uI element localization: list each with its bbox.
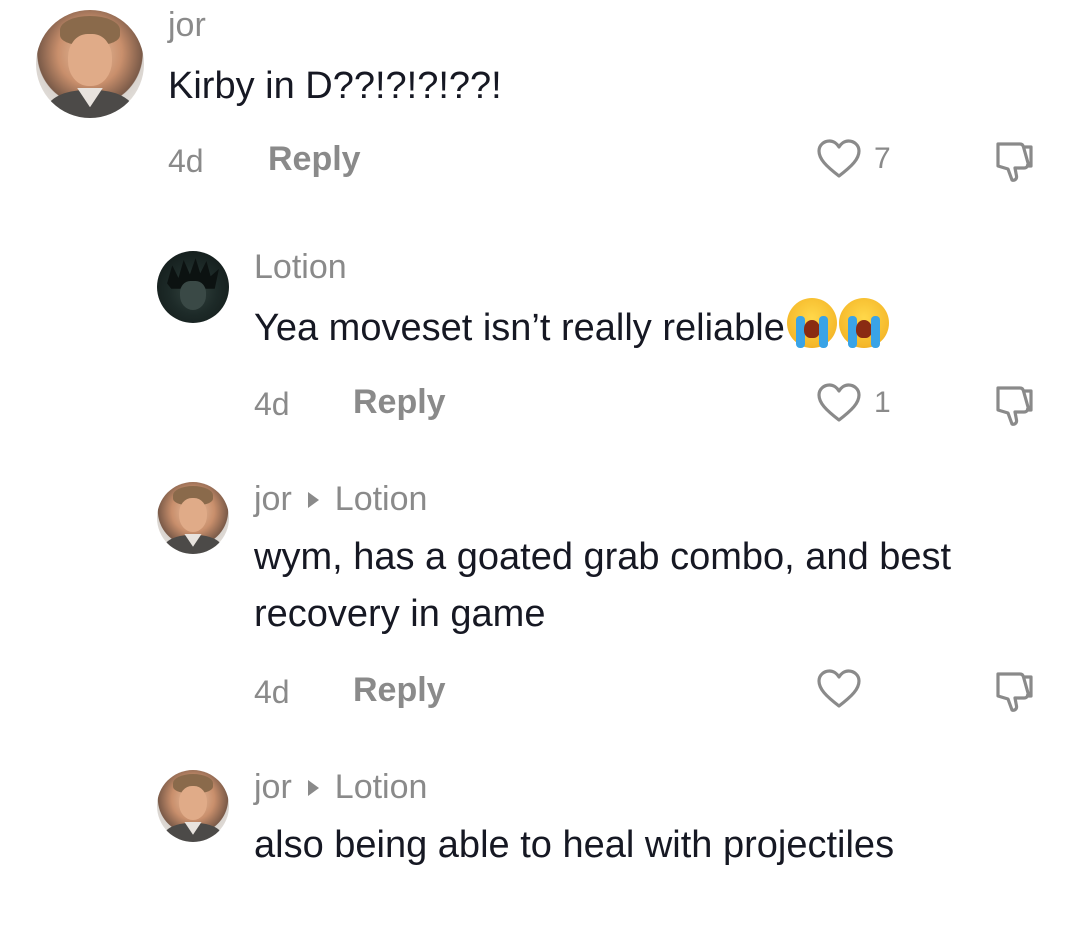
comment-age: 4d (168, 143, 204, 179)
heart-icon (817, 383, 861, 422)
comment-age: 4d (254, 674, 290, 710)
like-count: 1 (874, 386, 891, 419)
heart-icon (817, 139, 861, 178)
comment-username[interactable]: jor Lotion (254, 480, 427, 519)
loudly-crying-face-emoji (786, 298, 837, 348)
username-text: jor (168, 6, 206, 44)
reply-button[interactable]: Reply (353, 671, 446, 710)
heart-icon (817, 669, 861, 708)
avatar[interactable] (157, 251, 229, 323)
comment-username[interactable]: jor Lotion (254, 768, 427, 807)
reply-button[interactable]: Reply (353, 383, 446, 422)
reply-arrow-icon (307, 491, 319, 508)
username-text: Lotion (254, 248, 347, 286)
comment-text: Kirby in D??!?!?!??! (168, 65, 502, 107)
dislike-button[interactable] (990, 382, 1036, 433)
reply-to-username: Lotion (334, 768, 428, 806)
comment-username[interactable]: jor (168, 6, 206, 45)
comment-text: also being able to heal with projectiles (254, 824, 895, 866)
comment-text-body: Yea moveset isn’t really reliable (254, 307, 785, 349)
comment-username[interactable]: Lotion (254, 248, 347, 287)
comment-age: 4d (254, 386, 290, 422)
like-button[interactable]: 1 (816, 382, 891, 424)
avatar[interactable] (36, 10, 144, 118)
loudly-crying-face-emoji (838, 298, 889, 348)
avatar[interactable] (157, 482, 229, 554)
dislike-button[interactable] (990, 668, 1036, 719)
like-button[interactable] (816, 668, 874, 710)
like-count: 7 (874, 142, 891, 175)
dislike-button[interactable] (990, 138, 1036, 189)
username-text: jor (254, 480, 292, 518)
avatar[interactable] (157, 770, 229, 842)
username-text: jor (254, 768, 292, 806)
like-button[interactable]: 7 (816, 138, 891, 180)
reply-button[interactable]: Reply (268, 140, 361, 179)
thumbs-down-icon (996, 672, 1033, 712)
reply-arrow-icon (307, 779, 319, 796)
reply-to-username: Lotion (334, 480, 428, 518)
thumbs-down-icon (996, 386, 1033, 426)
thumbs-down-icon (996, 142, 1033, 182)
comment-text: Yea moveset isn’t really reliable (254, 298, 1054, 357)
comment-text: wym, has a goated grab combo, and best r… (254, 536, 952, 635)
